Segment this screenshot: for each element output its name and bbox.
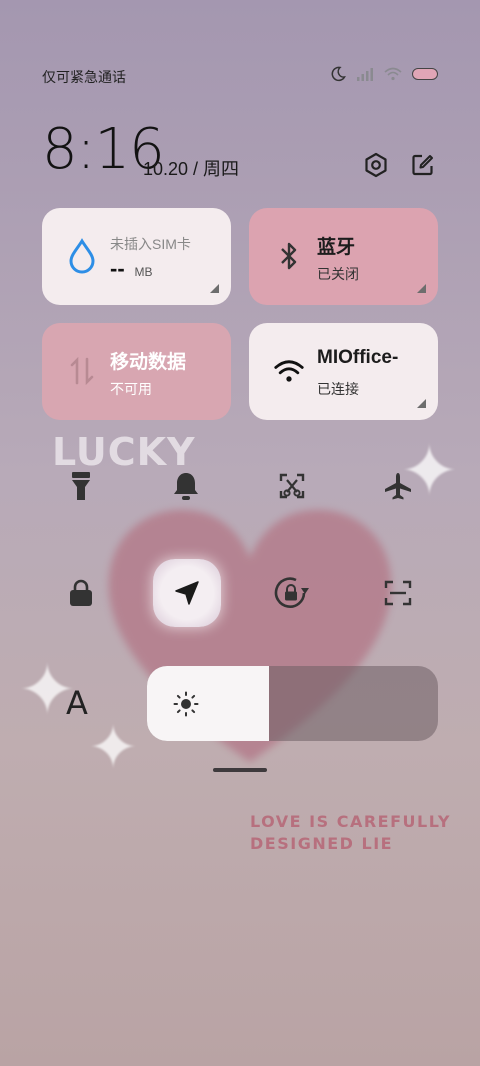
- scan-icon: [384, 580, 412, 606]
- lock-screen-toggle[interactable]: [61, 573, 101, 613]
- expand-corner-icon: [417, 399, 426, 408]
- bluetooth-title: 蓝牙: [317, 237, 356, 258]
- edit-button[interactable]: [408, 150, 438, 180]
- bluetooth-tile[interactable]: 蓝牙 已关闭: [249, 208, 438, 305]
- location-toggle[interactable]: [153, 559, 221, 627]
- panel-drag-handle[interactable]: [213, 768, 267, 772]
- sim-status: 未插入SIM卡: [110, 236, 191, 252]
- rotation-lock-toggle[interactable]: [272, 573, 312, 613]
- rotation-lock-icon: [274, 577, 309, 608]
- font-size-button[interactable]: A: [66, 684, 88, 722]
- data-usage-value: --: [110, 256, 125, 281]
- bell-icon: [174, 473, 198, 500]
- sparkle-icon: ✦: [88, 714, 139, 781]
- wallpaper-love-line1: LOVE IS CAREFULLY: [250, 812, 452, 831]
- settings-button[interactable]: [361, 150, 391, 180]
- screenshot-icon: [279, 473, 305, 499]
- carrier-status: 仅可紧急通话: [42, 69, 126, 85]
- wifi-status: 已连接: [317, 381, 359, 397]
- screenshot-toggle[interactable]: [272, 466, 312, 506]
- flashlight-toggle[interactable]: [61, 466, 101, 506]
- airplane-icon: [385, 473, 411, 500]
- expand-corner-icon: [417, 284, 426, 293]
- moon-icon: [330, 66, 346, 82]
- brightness-sun-icon: [173, 691, 199, 717]
- location-icon: [175, 581, 199, 605]
- wallpaper-love-line2: DESIGNED LIE: [250, 834, 394, 853]
- scanner-toggle[interactable]: [378, 573, 418, 613]
- signal-icon: [356, 67, 374, 81]
- expand-corner-icon: [210, 284, 219, 293]
- bluetooth-status: 已关闭: [317, 266, 359, 282]
- notification-toggle[interactable]: [166, 466, 206, 506]
- wallpaper-love-text: LOVE IS CAREFULLY DESIGNED LIE: [250, 811, 451, 855]
- brightness-level-fill: [147, 666, 270, 741]
- data-usage: -- MB: [110, 256, 153, 282]
- data-arrows-icon: [67, 353, 97, 389]
- battery-icon: [412, 68, 438, 80]
- wifi-icon: [384, 67, 402, 81]
- brightness-slider[interactable]: [147, 666, 438, 741]
- water-drop-icon: [67, 238, 97, 274]
- data-usage-unit: MB: [134, 265, 153, 279]
- lock-icon: [70, 579, 92, 606]
- gear-icon: [365, 152, 387, 178]
- status-icons: [330, 66, 438, 82]
- mobile-data-tile[interactable]: 移动数据 不可用: [42, 323, 231, 420]
- bluetooth-icon: [274, 238, 304, 274]
- wifi-network-name: MIOffice-: [317, 347, 399, 368]
- clock-date: 10.20 / 周四: [143, 159, 240, 179]
- sim-data-tile[interactable]: 未插入SIM卡 -- MB: [42, 208, 231, 305]
- wifi-tile[interactable]: MIOffice- 已连接: [249, 323, 438, 420]
- mobile-data-status: 不可用: [110, 381, 152, 397]
- edit-icon: [412, 154, 433, 176]
- airplane-toggle[interactable]: [378, 466, 418, 506]
- mobile-data-title: 移动数据: [110, 352, 187, 373]
- wifi-icon: [274, 353, 304, 389]
- flashlight-icon: [72, 472, 90, 500]
